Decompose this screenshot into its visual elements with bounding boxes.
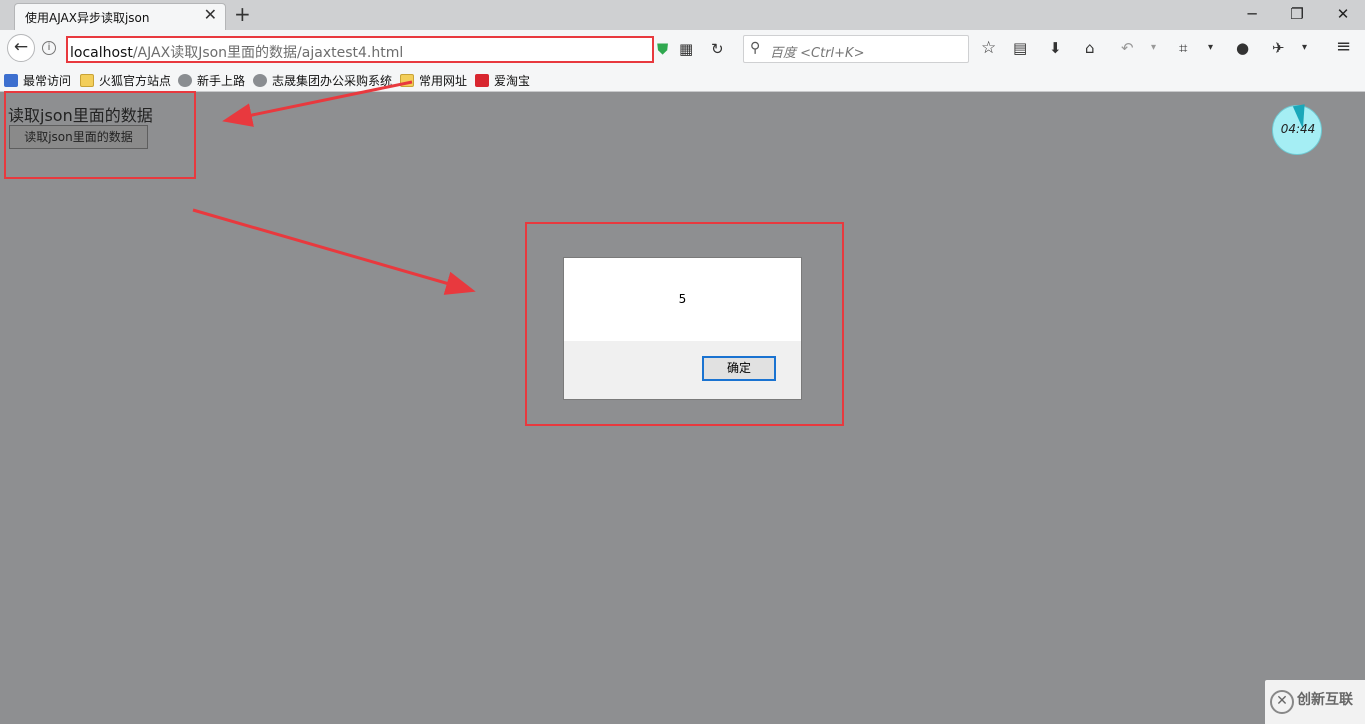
url-host: localhost [70,45,133,61]
home-icon[interactable]: ⌂ [1085,39,1095,57]
search-icon: ⚲ [750,40,761,56]
restore-window-icon[interactable]: ❐ [1282,4,1312,24]
bookmark-blue-icon [4,74,18,87]
bookmark-item[interactable]: 最常访问 [4,72,71,89]
chevron-down-icon[interactable]: ▾ [1208,39,1213,57]
chevron-down-icon[interactable]: ▾ [1151,39,1156,57]
site-info-icon[interactable]: i [42,41,56,55]
globe-icon [178,74,192,87]
screenshot-crop-icon[interactable]: ⌗ [1179,39,1187,57]
url-bar[interactable]: localhost/AJAX读取Json里面的数据/ajaxtest4.html [66,36,654,63]
bookmark-item[interactable]: 常用网址 [400,72,467,89]
globe-icon [253,74,267,87]
browser-tab[interactable]: 使用AJAX异步读取json ✕ [14,3,226,30]
reading-list-icon[interactable]: ▤ [1013,39,1027,57]
chat-bubble-icon[interactable]: ● [1236,39,1249,57]
shield-icon[interactable]: ⛊ [657,40,668,58]
search-placeholder: 百度 <Ctrl+K> [770,46,865,61]
folder-icon [80,74,94,87]
menu-icon[interactable]: ≡ [1336,38,1351,56]
highlight-box-heading [4,91,196,179]
bookmark-star-icon[interactable]: ☆ [981,39,996,57]
chevron-down-icon[interactable]: ▾ [1302,39,1307,57]
close-window-icon[interactable]: ✕ [1328,4,1358,24]
bookmark-item[interactable]: 新手上路 [178,72,245,89]
minimize-window-icon[interactable]: ─ [1237,4,1267,24]
download-icon[interactable]: ⬇ [1049,39,1062,57]
new-tab-icon[interactable]: + [234,4,251,24]
undo-icon[interactable]: ↶ [1121,39,1134,57]
bookmarks-bar: 最常访问 火狐官方站点 新手上路 志晟集团办公采购系统 常用网址 爱淘宝 [0,68,1365,92]
watermark: ✕ 创新互联 [1265,680,1365,724]
qr-code-icon[interactable]: ▦ [679,40,693,58]
back-button[interactable]: ← [7,34,35,62]
folder-icon [400,74,414,87]
bookmark-label: 新手上路 [197,74,246,88]
navigation-bar: ← i localhost/AJAX读取Json里面的数据/ajaxtest4.… [0,30,1365,68]
taobao-icon [475,74,489,87]
bookmark-item[interactable]: 火狐官方站点 [80,72,171,89]
bookmark-label: 火狐官方站点 [99,74,172,88]
bookmark-label: 志晟集团办公采购系统 [272,74,393,88]
watermark-text: 创新互联 [1297,692,1353,708]
watermark-logo-icon: ✕ [1270,690,1294,714]
highlight-box-dialog [525,222,844,426]
url-text: localhost/AJAX读取Json里面的数据/ajaxtest4.html [70,42,403,62]
close-tab-icon[interactable]: ✕ [204,7,217,23]
bookmark-item[interactable]: 爱淘宝 [475,72,530,89]
timer-badge: 04:44 [1272,104,1322,155]
url-path: /AJAX读取Json里面的数据/ajaxtest4.html [132,45,404,61]
bookmark-item[interactable]: 志晟集团办公采购系统 [253,72,392,89]
reload-icon[interactable]: ↻ [711,40,724,58]
timer-text: 04:44 [1280,122,1316,136]
extension-icon[interactable]: ✈ [1272,39,1285,57]
tab-title: 使用AJAX异步读取json [25,11,150,25]
back-arrow-icon: ← [13,37,29,57]
bookmark-label: 爱淘宝 [494,74,531,88]
bookmark-label: 常用网址 [419,74,468,88]
bookmark-label: 最常访问 [23,74,72,88]
search-bar[interactable]: ⚲ 百度 <Ctrl+K> [743,35,969,63]
title-bar: 使用AJAX异步读取json ✕ + ─ ❐ ✕ [0,0,1365,30]
